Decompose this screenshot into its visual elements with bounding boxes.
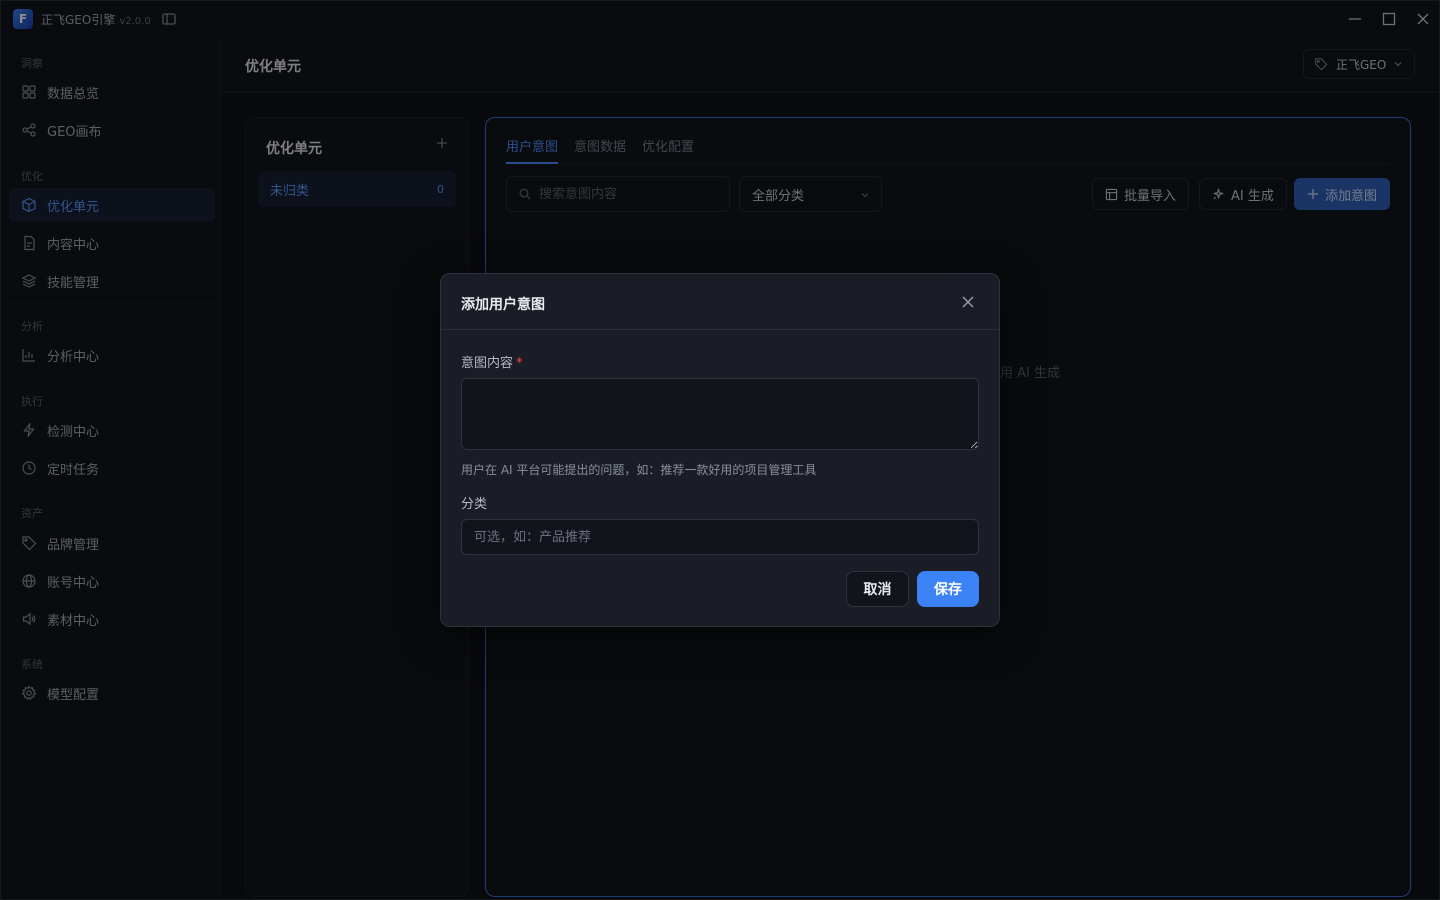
intent-content-hint: 用户在 AI 平台可能提出的问题，如：推荐一款好用的项目管理工具 xyxy=(461,463,817,477)
cancel-button[interactable]: 取消 xyxy=(846,571,909,607)
intent-content-label: 意图内容 * xyxy=(461,352,523,371)
dialog-header: 添加用户意图 xyxy=(441,274,999,330)
category-label: 分类 xyxy=(461,497,488,512)
intent-content-textarea[interactable] xyxy=(461,378,979,450)
required-mark: * xyxy=(516,356,523,371)
intent-content-label-text: 意图内容 xyxy=(461,356,514,371)
save-button[interactable]: 保存 xyxy=(917,571,979,607)
dialog-title: 添加用户意图 xyxy=(461,297,545,313)
close-icon[interactable] xyxy=(961,295,975,309)
category-input[interactable] xyxy=(461,519,979,555)
add-intent-dialog: 添加用户意图 意图内容 * 用户在 AI 平台可能提出的问题，如：推荐一款好用的项… xyxy=(440,273,1000,627)
